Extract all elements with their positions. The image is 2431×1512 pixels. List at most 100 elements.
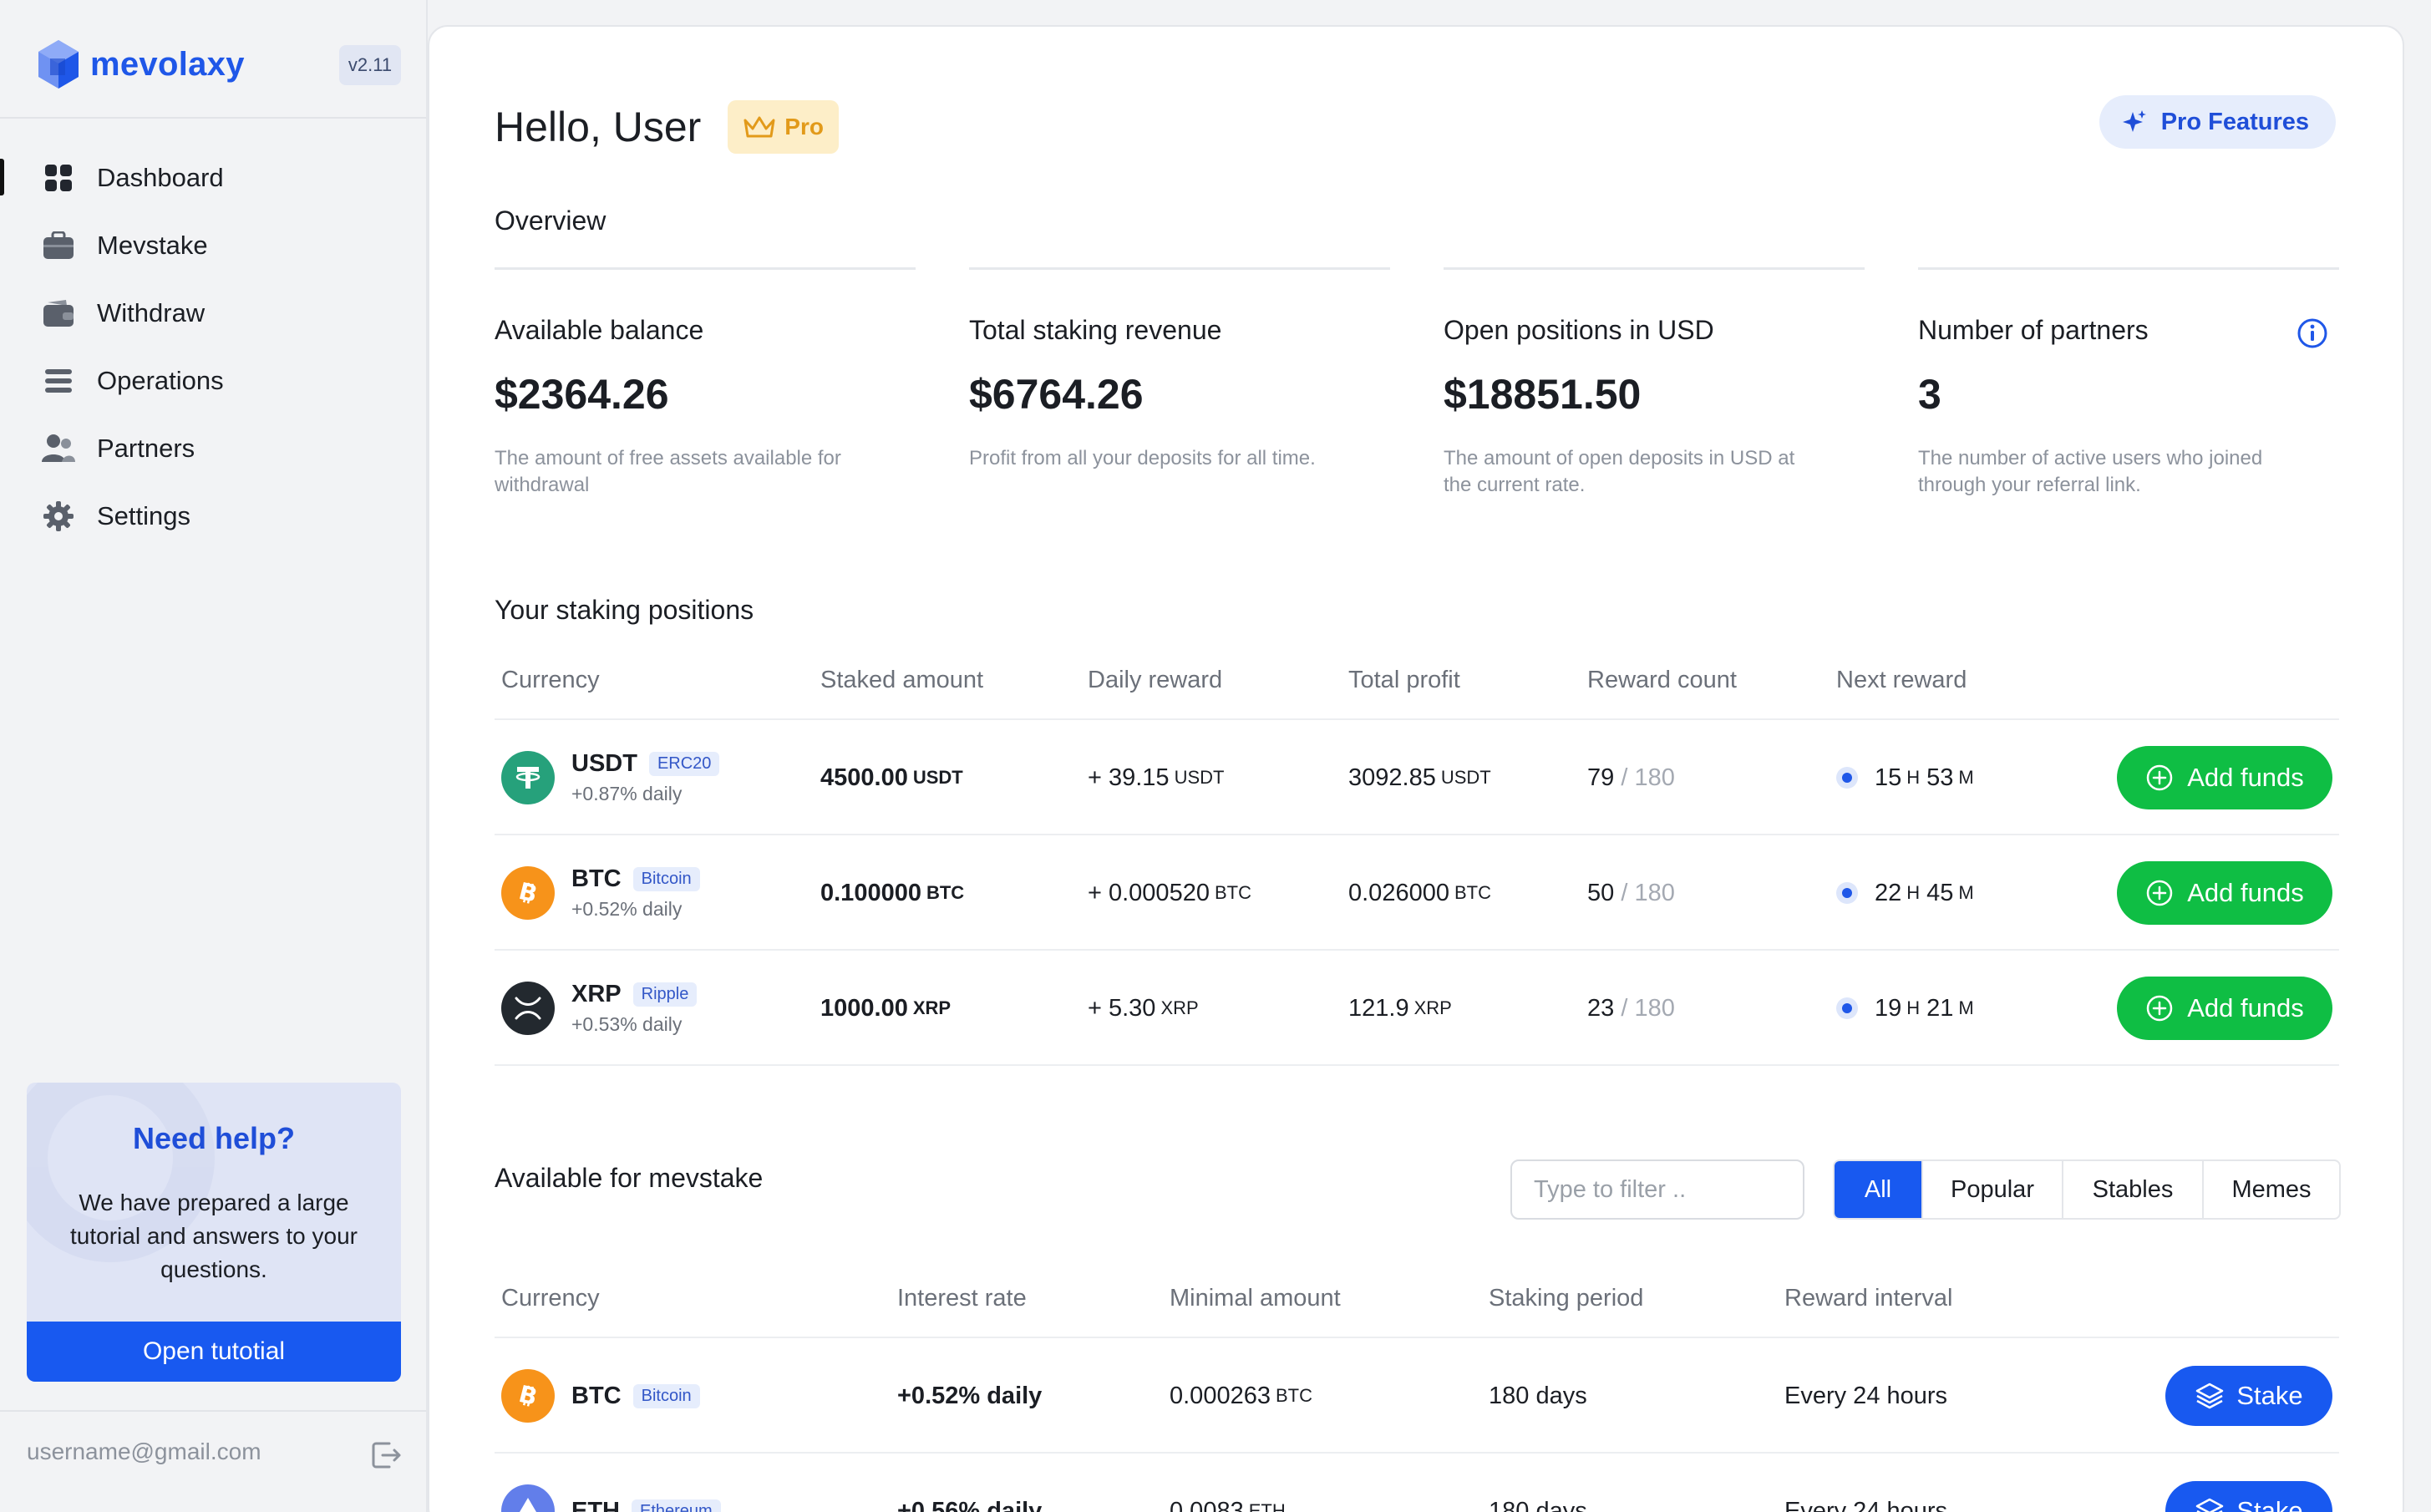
sidebar-item-mevstake[interactable]: Mevstake [0, 211, 426, 279]
version-badge: v2.11 [339, 45, 401, 85]
reward-count: 79 / 180 [1587, 764, 1675, 791]
open-tutorial-button[interactable]: Open tutotial [27, 1322, 401, 1382]
currency-symbol: BTC [571, 1382, 622, 1409]
reward-interval: Every 24 hours [1784, 1497, 1948, 1512]
sidebar-nav: Dashboard Mevstake Withdraw Operations P… [0, 144, 426, 550]
column-header: Daily reward [1088, 667, 1223, 693]
currency-rate: +0.53% daily [571, 1013, 683, 1035]
column-header: Interest rate [897, 1285, 1027, 1312]
svg-text:B: B [516, 1380, 541, 1411]
list-icon [42, 364, 75, 398]
stat-value: $18851.50 [1444, 371, 1642, 418]
pro-badge-label: Pro [784, 114, 824, 140]
status-dot [1836, 767, 1858, 789]
stat-number-of-partners: Number of partners 3 The number of activ… [1918, 267, 2339, 518]
sidebar-item-partners[interactable]: Partners [0, 414, 426, 482]
stat-title: Number of partners [1918, 315, 2149, 345]
staked-amount: 1000.00 XRP [820, 994, 952, 1022]
brand[interactable]: mevolaxy [35, 38, 245, 90]
next-reward: 15 H 53 M [1836, 720, 1974, 835]
svg-text:B: B [516, 877, 541, 908]
sidebar-item-label: Dashboard [97, 162, 224, 192]
table-row: ETH Ethereum +0.56% daily 0.0083 ETH 180 d… [495, 1454, 2339, 1512]
status-dot [1836, 882, 1858, 904]
plus-circle-icon [2146, 995, 2173, 1022]
currency-symbol: BTC [571, 865, 622, 892]
pro-badge: Pro [728, 100, 839, 154]
currency-cell: B BTC Bitcoin [501, 1338, 700, 1454]
minimal-amount: 0.000263 BTC [1170, 1382, 1312, 1409]
column-header: Reward interval [1784, 1285, 1953, 1312]
currency-rate: +0.52% daily [571, 898, 683, 920]
column-header: Total profit [1348, 667, 1460, 693]
sidebar-divider [0, 117, 426, 119]
staking-period: 180 days [1489, 1497, 1587, 1512]
currency-symbol: XRP [571, 981, 622, 1007]
currency-cell: B BTC Bitcoin +0.52% daily [501, 835, 700, 951]
stat-description: The amount of open deposits in USD at th… [1444, 447, 1795, 496]
greeting-row: Hello, User Pro [495, 100, 839, 154]
reward-count: 50 / 180 [1587, 879, 1675, 906]
sidebar-item-operations[interactable]: Operations [0, 347, 426, 414]
sidebar-item-dashboard[interactable]: Dashboard [0, 144, 426, 211]
sidebar-item-settings[interactable]: Settings [0, 482, 426, 550]
reward-count: 23 / 180 [1587, 994, 1675, 1022]
segment-all[interactable]: All [1835, 1161, 1921, 1218]
overview-stats: Available balance $2364.26 The amount of… [495, 267, 2339, 526]
stat-total-staking-revenue: Total staking revenue $6764.26 Profit fr… [969, 267, 1390, 518]
daily-reward: + 5.30 XRP [1088, 994, 1199, 1022]
add-funds-button[interactable]: Add funds [2117, 746, 2332, 809]
add-funds-button[interactable]: Add funds [2117, 861, 2332, 925]
crown-icon [744, 116, 775, 138]
stake-button[interactable]: Stake [2165, 1366, 2332, 1426]
available-table: Currency Interest rate Minimal amount St… [495, 1280, 2339, 1512]
segment-stables[interactable]: Stables [2062, 1161, 2202, 1218]
users-icon [42, 432, 75, 465]
user-email: username@gmail.com [27, 1438, 261, 1464]
add-funds-button[interactable]: Add funds [2117, 977, 2332, 1040]
info-icon[interactable] [2296, 317, 2329, 350]
table-row: B BTC Bitcoin +0.52% daily 0.100000 BTC + … [495, 835, 2339, 951]
stat-title: Total staking revenue [969, 315, 1222, 345]
layers-icon [2196, 1383, 2224, 1409]
pro-features-label: Pro Features [2160, 108, 2309, 135]
layers-icon [2196, 1498, 2224, 1512]
help-text: We have prepared a large tutorial and an… [70, 1190, 358, 1282]
brand-name: mevolaxy [90, 45, 245, 83]
stake-button[interactable]: Stake [2165, 1481, 2332, 1512]
currency-rate: +0.87% daily [571, 783, 683, 804]
column-header: Next reward [1836, 667, 1967, 693]
sidebar-item-label: Settings [97, 500, 191, 530]
stat-description: Profit from all your deposits for all ti… [969, 447, 1316, 469]
main-panel: Hello, User Pro Pro Features Overview Av… [428, 25, 2404, 1512]
logout-icon[interactable] [369, 1438, 403, 1472]
bitcoin-icon: B [501, 866, 555, 920]
segment-memes[interactable]: Memes [2202, 1161, 2339, 1218]
stat-title: Open positions in USD [1444, 315, 1714, 345]
stat-open-positions: Open positions in USD $18851.50 The amou… [1444, 267, 1865, 518]
sidebar-item-withdraw[interactable]: Withdraw [0, 279, 426, 347]
stat-value: $2364.26 [495, 371, 669, 418]
stat-value: $6764.26 [969, 371, 1144, 418]
segment-popular[interactable]: Popular [1921, 1161, 2062, 1218]
currency-cell: USDT ERC20 +0.87% daily [501, 720, 720, 835]
table-row: USDT ERC20 +0.87% daily 4500.00 USDT + 39.… [495, 720, 2339, 835]
currency-symbol: ETH [571, 1497, 620, 1512]
reward-interval: Every 24 hours [1784, 1382, 1948, 1409]
stat-available-balance: Available balance $2364.26 The amount of… [495, 267, 916, 518]
stat-value: 3 [1918, 371, 1941, 418]
interest-rate: +0.52% daily [897, 1382, 1043, 1409]
network-tag: Ripple [632, 982, 698, 1007]
wallet-icon [42, 297, 75, 330]
network-tag: ERC20 [648, 752, 720, 776]
staked-amount: 4500.00 USDT [820, 764, 963, 791]
overview-title: Overview [495, 205, 606, 236]
column-header: Currency [501, 667, 600, 693]
total-profit: 3092.85 USDT [1348, 764, 1491, 791]
pro-features-button[interactable]: Pro Features [2099, 95, 2336, 149]
column-header: Staking period [1489, 1285, 1644, 1312]
table-row: B BTC Bitcoin +0.52% daily 0.000263 BTC 18… [495, 1338, 2339, 1454]
staked-amount: 0.100000 BTC [820, 879, 965, 906]
sidebar: mevolaxy v2.11 Dashboard Mevstake Withdr… [0, 0, 428, 1512]
filter-input[interactable] [1510, 1159, 1804, 1220]
